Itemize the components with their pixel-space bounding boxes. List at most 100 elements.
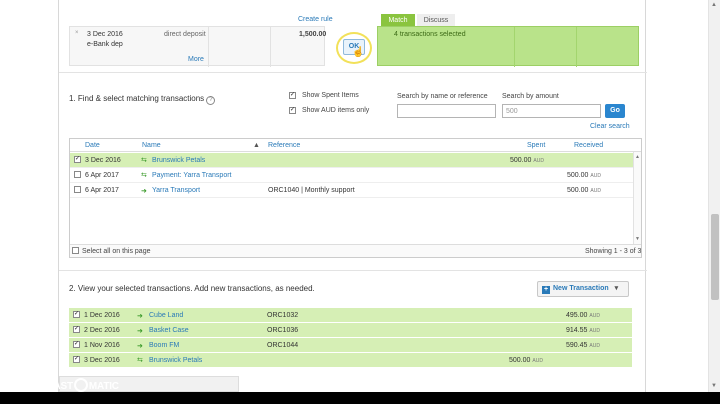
statement-payee: e-Bank dep <box>87 41 123 48</box>
list-item[interactable]: ✓ 3 Dec 2016 ⇆ Brunswick Petals 500.00 A… <box>69 353 632 368</box>
row-reference: ORC1044 <box>267 342 299 349</box>
currency-label: AUD <box>532 358 543 364</box>
bottom-bar <box>0 392 720 404</box>
currency-label: AUD <box>589 313 600 319</box>
row-checkbox[interactable] <box>74 186 81 193</box>
view-section-title: 2. View your selected transactions. Add … <box>69 284 315 293</box>
show-aud-label: Show AUD items only <box>301 107 370 115</box>
new-transaction-label: New Transaction <box>553 285 609 292</box>
transfer-icon: ⇆ <box>137 357 143 364</box>
statement-line-card: × 3 Dec 2016 e-Bank dep direct deposit M… <box>69 26 326 67</box>
close-icon[interactable]: × <box>75 30 79 36</box>
list-item[interactable]: ✓ 2 Dec 2016 ➜ Basket Case ORC1036 914.5… <box>69 323 632 338</box>
table-row[interactable]: 6 Apr 2017 ⇆ Payment: Yarra Transport 50… <box>70 168 633 183</box>
arrow-right-icon: ➜ <box>137 328 143 335</box>
row-checkbox[interactable]: ✓ <box>73 356 80 363</box>
currency-label: AUD <box>533 158 544 164</box>
list-item[interactable]: ✓ 1 Nov 2016 ➜ Boom FM ORC1044 590.45 AU… <box>69 338 632 353</box>
row-date: 6 Apr 2017 <box>85 187 119 194</box>
row-received-value: 500.00 <box>567 172 589 179</box>
row-received: 500.00 AUD <box>567 187 601 194</box>
col-spent[interactable]: Spent <box>527 142 545 149</box>
divider <box>59 72 647 73</box>
row-checkbox[interactable] <box>74 171 81 178</box>
scroll-down-icon[interactable]: ▼ <box>711 383 717 389</box>
search-name-label: Search by name or reference <box>397 93 488 100</box>
create-rule-link[interactable]: Create rule <box>298 16 333 23</box>
page-scrollbar[interactable]: ▲ ▼ <box>708 0 720 392</box>
column-divider <box>576 27 577 67</box>
row-spent-value: 500.00 <box>509 357 531 364</box>
watermark-brand-left: SCREENCAST <box>6 381 73 392</box>
go-button[interactable]: Go <box>605 104 625 118</box>
scroll-up-icon[interactable]: ▲ <box>635 154 640 160</box>
row-date: 3 Dec 2016 <box>85 157 121 164</box>
scroll-up-icon[interactable]: ▲ <box>711 2 717 8</box>
grid-scrollbar[interactable]: ▲ ▼ <box>633 152 641 245</box>
show-spent-option[interactable]: ✓ Show Spent Items <box>289 92 359 99</box>
col-name[interactable]: Name <box>142 142 161 149</box>
divider <box>59 270 647 271</box>
selected-transactions: ✓ 1 Dec 2016 ➜ Cube Land ORC1032 495.00 … <box>69 308 632 370</box>
row-spent-value: 500.00 <box>510 157 532 164</box>
row-date: 3 Dec 2016 <box>84 357 120 364</box>
column-divider <box>514 27 515 67</box>
chevron-down-icon: ▾ <box>614 285 619 292</box>
more-link[interactable]: More <box>188 56 204 63</box>
column-divider <box>208 27 209 67</box>
row-received: 495.00 AUD <box>566 312 600 319</box>
scroll-thumb[interactable] <box>711 214 719 300</box>
col-date[interactable]: Date <box>85 142 100 149</box>
row-checkbox[interactable]: ✓ <box>73 326 80 333</box>
search-name-input[interactable] <box>397 104 496 118</box>
find-section-title-text: 1. Find & select matching transactions <box>69 94 205 103</box>
row-checkbox[interactable]: ✓ <box>73 341 80 348</box>
search-amount-input[interactable]: 500 <box>502 104 601 118</box>
statement-type: direct deposit <box>164 31 206 38</box>
reconcile-page: Create rule Match Discuss × 3 Dec 2016 e… <box>58 0 647 392</box>
table-row[interactable]: 6 Apr 2017 ➜ Yarra Transport ORC1040 | M… <box>70 183 633 198</box>
row-date: 1 Dec 2016 <box>84 312 120 319</box>
show-spent-label: Show Spent Items <box>301 92 359 100</box>
pagination-status: Showing 1 - 3 of 3 <box>585 248 642 255</box>
row-name[interactable]: Boom FM <box>149 342 179 349</box>
row-name[interactable]: Brunswick Petals <box>152 157 205 164</box>
arrow-right-icon: ➜ <box>137 313 143 320</box>
row-name[interactable]: Basket Case <box>149 327 189 334</box>
show-aud-checkbox[interactable]: ✓ <box>289 107 296 114</box>
show-aud-option[interactable]: ✓ Show AUD items only <box>289 107 369 114</box>
row-reference: ORC1032 <box>267 312 299 319</box>
row-checkbox[interactable]: ✓ <box>73 311 80 318</box>
currency-label: AUD <box>589 343 600 349</box>
col-received[interactable]: Received <box>574 142 603 149</box>
select-all-label[interactable]: Select all on this page <box>82 248 151 255</box>
hand-cursor-icon: ☝ <box>352 47 365 58</box>
row-received-value: 495.00 <box>566 312 588 319</box>
list-item[interactable]: ✓ 1 Dec 2016 ➜ Cube Land ORC1032 495.00 … <box>69 308 632 323</box>
row-reference: ORC1040 | Monthly support <box>268 187 355 194</box>
statement-date: 3 Dec 2016 <box>87 31 123 38</box>
select-all-checkbox[interactable] <box>72 247 79 254</box>
plus-icon: + <box>542 286 550 294</box>
row-checkbox[interactable]: ✓ <box>74 156 81 163</box>
new-transaction-button[interactable]: + New Transaction ▾ <box>537 281 629 297</box>
row-received: 914.55 AUD <box>566 327 600 334</box>
clear-search-link[interactable]: Clear search <box>590 123 630 130</box>
find-section-title: 1. Find & select matching transactions ? <box>69 94 216 105</box>
row-reference: ORC1036 <box>267 327 299 334</box>
scroll-down-icon[interactable]: ▼ <box>635 236 640 242</box>
col-reference[interactable]: Reference <box>268 142 300 149</box>
help-icon[interactable]: ? <box>206 96 216 105</box>
row-name[interactable]: Payment: Yarra Transport <box>152 172 232 179</box>
row-name[interactable]: Brunswick Petals <box>149 357 202 364</box>
column-divider <box>270 27 271 67</box>
row-name[interactable]: Yarra Transport <box>152 187 200 194</box>
currency-label: AUD <box>589 328 600 334</box>
browser-viewport: Create rule Match Discuss × 3 Dec 2016 e… <box>0 0 720 392</box>
match-summary-panel: 4 transactions selected <box>377 26 639 67</box>
show-spent-checkbox[interactable]: ✓ <box>289 92 296 99</box>
row-name[interactable]: Cube Land <box>149 312 183 319</box>
row-received-value: 500.00 <box>567 187 589 194</box>
table-row[interactable]: ✓ 3 Dec 2016 ⇆ Brunswick Petals 500.00 A… <box>70 153 633 168</box>
grid-footer: Select all on this page Showing 1 - 3 of… <box>70 244 641 257</box>
